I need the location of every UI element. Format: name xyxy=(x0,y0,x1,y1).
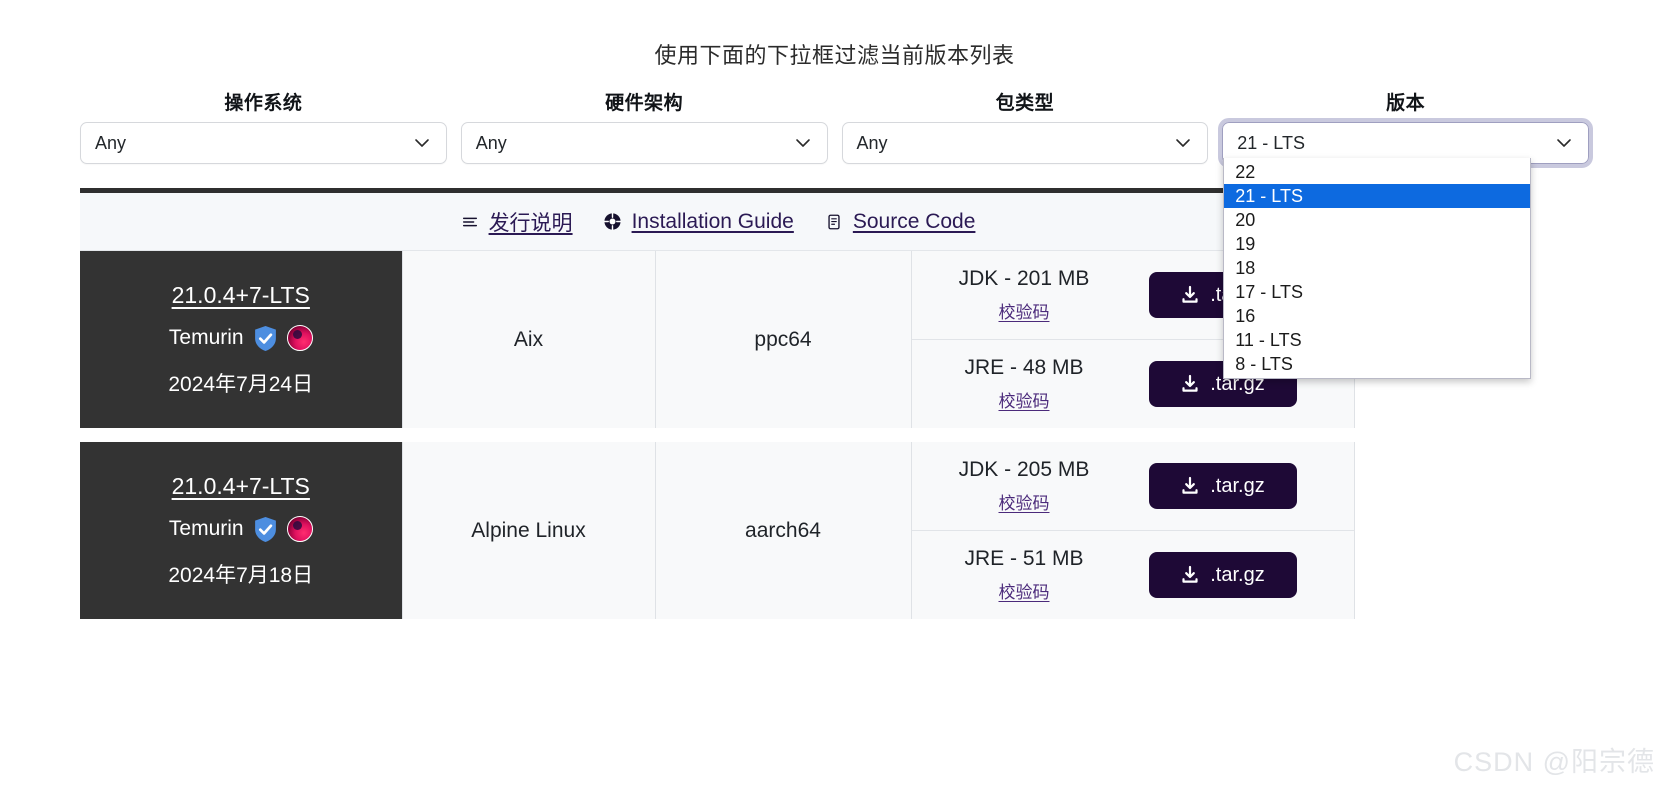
release-notes-label: 发行说明 xyxy=(488,211,573,235)
download-icon xyxy=(1180,285,1200,305)
os-select[interactable]: Any xyxy=(80,122,447,164)
filter-group-arch: 硬件架构 Any xyxy=(460,88,828,164)
version-option[interactable]: 17 - LTS xyxy=(1224,280,1530,304)
version-dropdown-list[interactable]: 22 21 - LTS 20 19 18 17 - LTS 16 11 - LT… xyxy=(1223,158,1532,379)
release-version-link[interactable]: 21.0.4+7-LTS xyxy=(90,282,392,309)
releases-table: 21.0.4+7-LTS Temurin 2024年7月24日 Aix ppc6… xyxy=(80,251,1355,619)
watermark: CSDN @阳宗德 xyxy=(1453,747,1655,777)
vendor-name: Temurin xyxy=(168,517,244,540)
release-notes-link[interactable]: 发行说明 xyxy=(460,207,573,237)
chevron-down-icon xyxy=(1173,133,1193,153)
packages-cell: JDK - 205 MB 校验码 .tar.gz JRE - 51 MB 校验码… xyxy=(911,442,1355,619)
package-size: JRE - 51 MB xyxy=(964,547,1084,570)
table-row-spacer xyxy=(80,428,1355,442)
arch-cell: aarch64 xyxy=(654,442,912,619)
package-row: JDK - 205 MB 校验码 .tar.gz xyxy=(912,442,1355,530)
chevron-down-icon xyxy=(412,133,432,153)
version-option[interactable]: 20 xyxy=(1224,208,1530,232)
version-option[interactable]: 22 xyxy=(1224,160,1530,184)
release-date: 2024年7月24日 xyxy=(168,372,314,396)
source-code-link[interactable]: Source Code xyxy=(824,209,976,234)
filter-group-version: 版本 21 - LTS 22 21 - LTS 20 19 18 17 - LT… xyxy=(1218,88,1593,379)
os-select-value: Any xyxy=(95,132,127,153)
version-option[interactable]: 18 xyxy=(1224,256,1530,280)
eclipse-logo-icon xyxy=(286,325,313,351)
download-icon xyxy=(1180,565,1200,585)
row-spacer xyxy=(80,428,1355,442)
chevron-down-icon xyxy=(793,133,813,153)
releases-table-container: 发行说明 Installation Guide Source Code 21.0… xyxy=(80,188,1355,619)
checksum-link[interactable]: 校验码 xyxy=(999,489,1050,514)
filter-label-arch: 硬件架构 xyxy=(605,93,684,114)
version-option[interactable]: 8 - LTS xyxy=(1224,352,1530,376)
filter-label-package-type: 包类型 xyxy=(995,93,1055,114)
package-size: JDK - 205 MB xyxy=(958,458,1090,481)
release-date: 2024年7月18日 xyxy=(168,563,314,587)
verified-shield-icon xyxy=(253,325,278,352)
chevron-down-icon xyxy=(1554,133,1574,153)
filter-group-package-type: 包类型 Any xyxy=(841,88,1209,164)
package-size: JDK - 201 MB xyxy=(958,267,1090,290)
download-icon xyxy=(1180,476,1200,496)
version-option-selected[interactable]: 21 - LTS xyxy=(1224,184,1531,208)
download-icon xyxy=(1180,374,1200,394)
checksum-link[interactable]: 校验码 xyxy=(999,387,1050,412)
page-title: 使用下面的下拉框过滤当前版本列表 xyxy=(654,43,1015,68)
package-size: JRE - 48 MB xyxy=(964,356,1084,379)
package-info: JRE - 48 MB 校验码 xyxy=(922,356,1127,412)
package-info: JDK - 205 MB 校验码 xyxy=(922,458,1127,514)
eclipse-logo-icon xyxy=(286,516,313,542)
download-button[interactable]: .tar.gz xyxy=(1148,463,1297,509)
vendor-name: Temurin xyxy=(168,326,244,349)
package-type-select[interactable]: Any xyxy=(841,122,1209,164)
source-code-icon xyxy=(824,212,844,232)
installation-guide-icon xyxy=(603,212,623,232)
package-info: JDK - 201 MB 校验码 xyxy=(922,267,1127,323)
package-info: JRE - 51 MB 校验码 xyxy=(922,547,1127,603)
version-select-value: 21 - LTS xyxy=(1237,132,1305,153)
release-summary-cell: 21.0.4+7-LTS Temurin 2024年7月18日 xyxy=(80,442,402,619)
table-row: 21.0.4+7-LTS Temurin 2024年7月24日 Aix ppc6… xyxy=(80,251,1355,428)
version-option[interactable]: 11 - LTS xyxy=(1224,328,1530,352)
arch-select[interactable]: Any xyxy=(460,122,828,164)
documentation-links-row: 发行说明 Installation Guide Source Code xyxy=(80,193,1355,251)
package-type-select-value: Any xyxy=(856,132,888,153)
download-label: .tar.gz xyxy=(1210,474,1265,497)
checksum-link[interactable]: 校验码 xyxy=(999,298,1050,323)
download-label: .tar.gz xyxy=(1210,563,1265,586)
release-summary-cell: 21.0.4+7-LTS Temurin 2024年7月24日 xyxy=(80,251,402,428)
filter-label-version: 版本 xyxy=(1386,93,1426,114)
os-cell: Aix xyxy=(401,251,656,428)
installation-guide-label: Installation Guide xyxy=(631,209,794,233)
version-option[interactable]: 16 xyxy=(1224,304,1530,328)
arch-select-value: Any xyxy=(475,132,507,153)
installation-guide-link[interactable]: Installation Guide xyxy=(603,210,794,234)
download-button[interactable]: .tar.gz xyxy=(1148,552,1297,598)
vendor-line: Temurin xyxy=(90,516,392,543)
verified-shield-icon xyxy=(253,516,278,543)
table-row: 21.0.4+7-LTS Temurin 2024年7月18日 Alpine L… xyxy=(80,442,1355,619)
version-option[interactable]: 19 xyxy=(1224,232,1530,256)
release-notes-icon xyxy=(460,212,480,232)
arch-cell: ppc64 xyxy=(654,251,912,428)
checksum-link[interactable]: 校验码 xyxy=(999,578,1050,603)
release-version-link[interactable]: 21.0.4+7-LTS xyxy=(90,473,392,500)
filter-bar: 操作系统 Any 硬件架构 Any 包类型 Any 版本 21 - LTS 22… xyxy=(0,70,1669,379)
os-cell: Alpine Linux xyxy=(401,442,656,619)
filter-label-os: 操作系统 xyxy=(224,93,303,114)
package-row: JRE - 51 MB 校验码 .tar.gz xyxy=(911,530,1354,619)
source-code-label: Source Code xyxy=(852,209,976,233)
filter-group-os: 操作系统 Any xyxy=(80,88,447,164)
vendor-line: Temurin xyxy=(90,325,392,352)
